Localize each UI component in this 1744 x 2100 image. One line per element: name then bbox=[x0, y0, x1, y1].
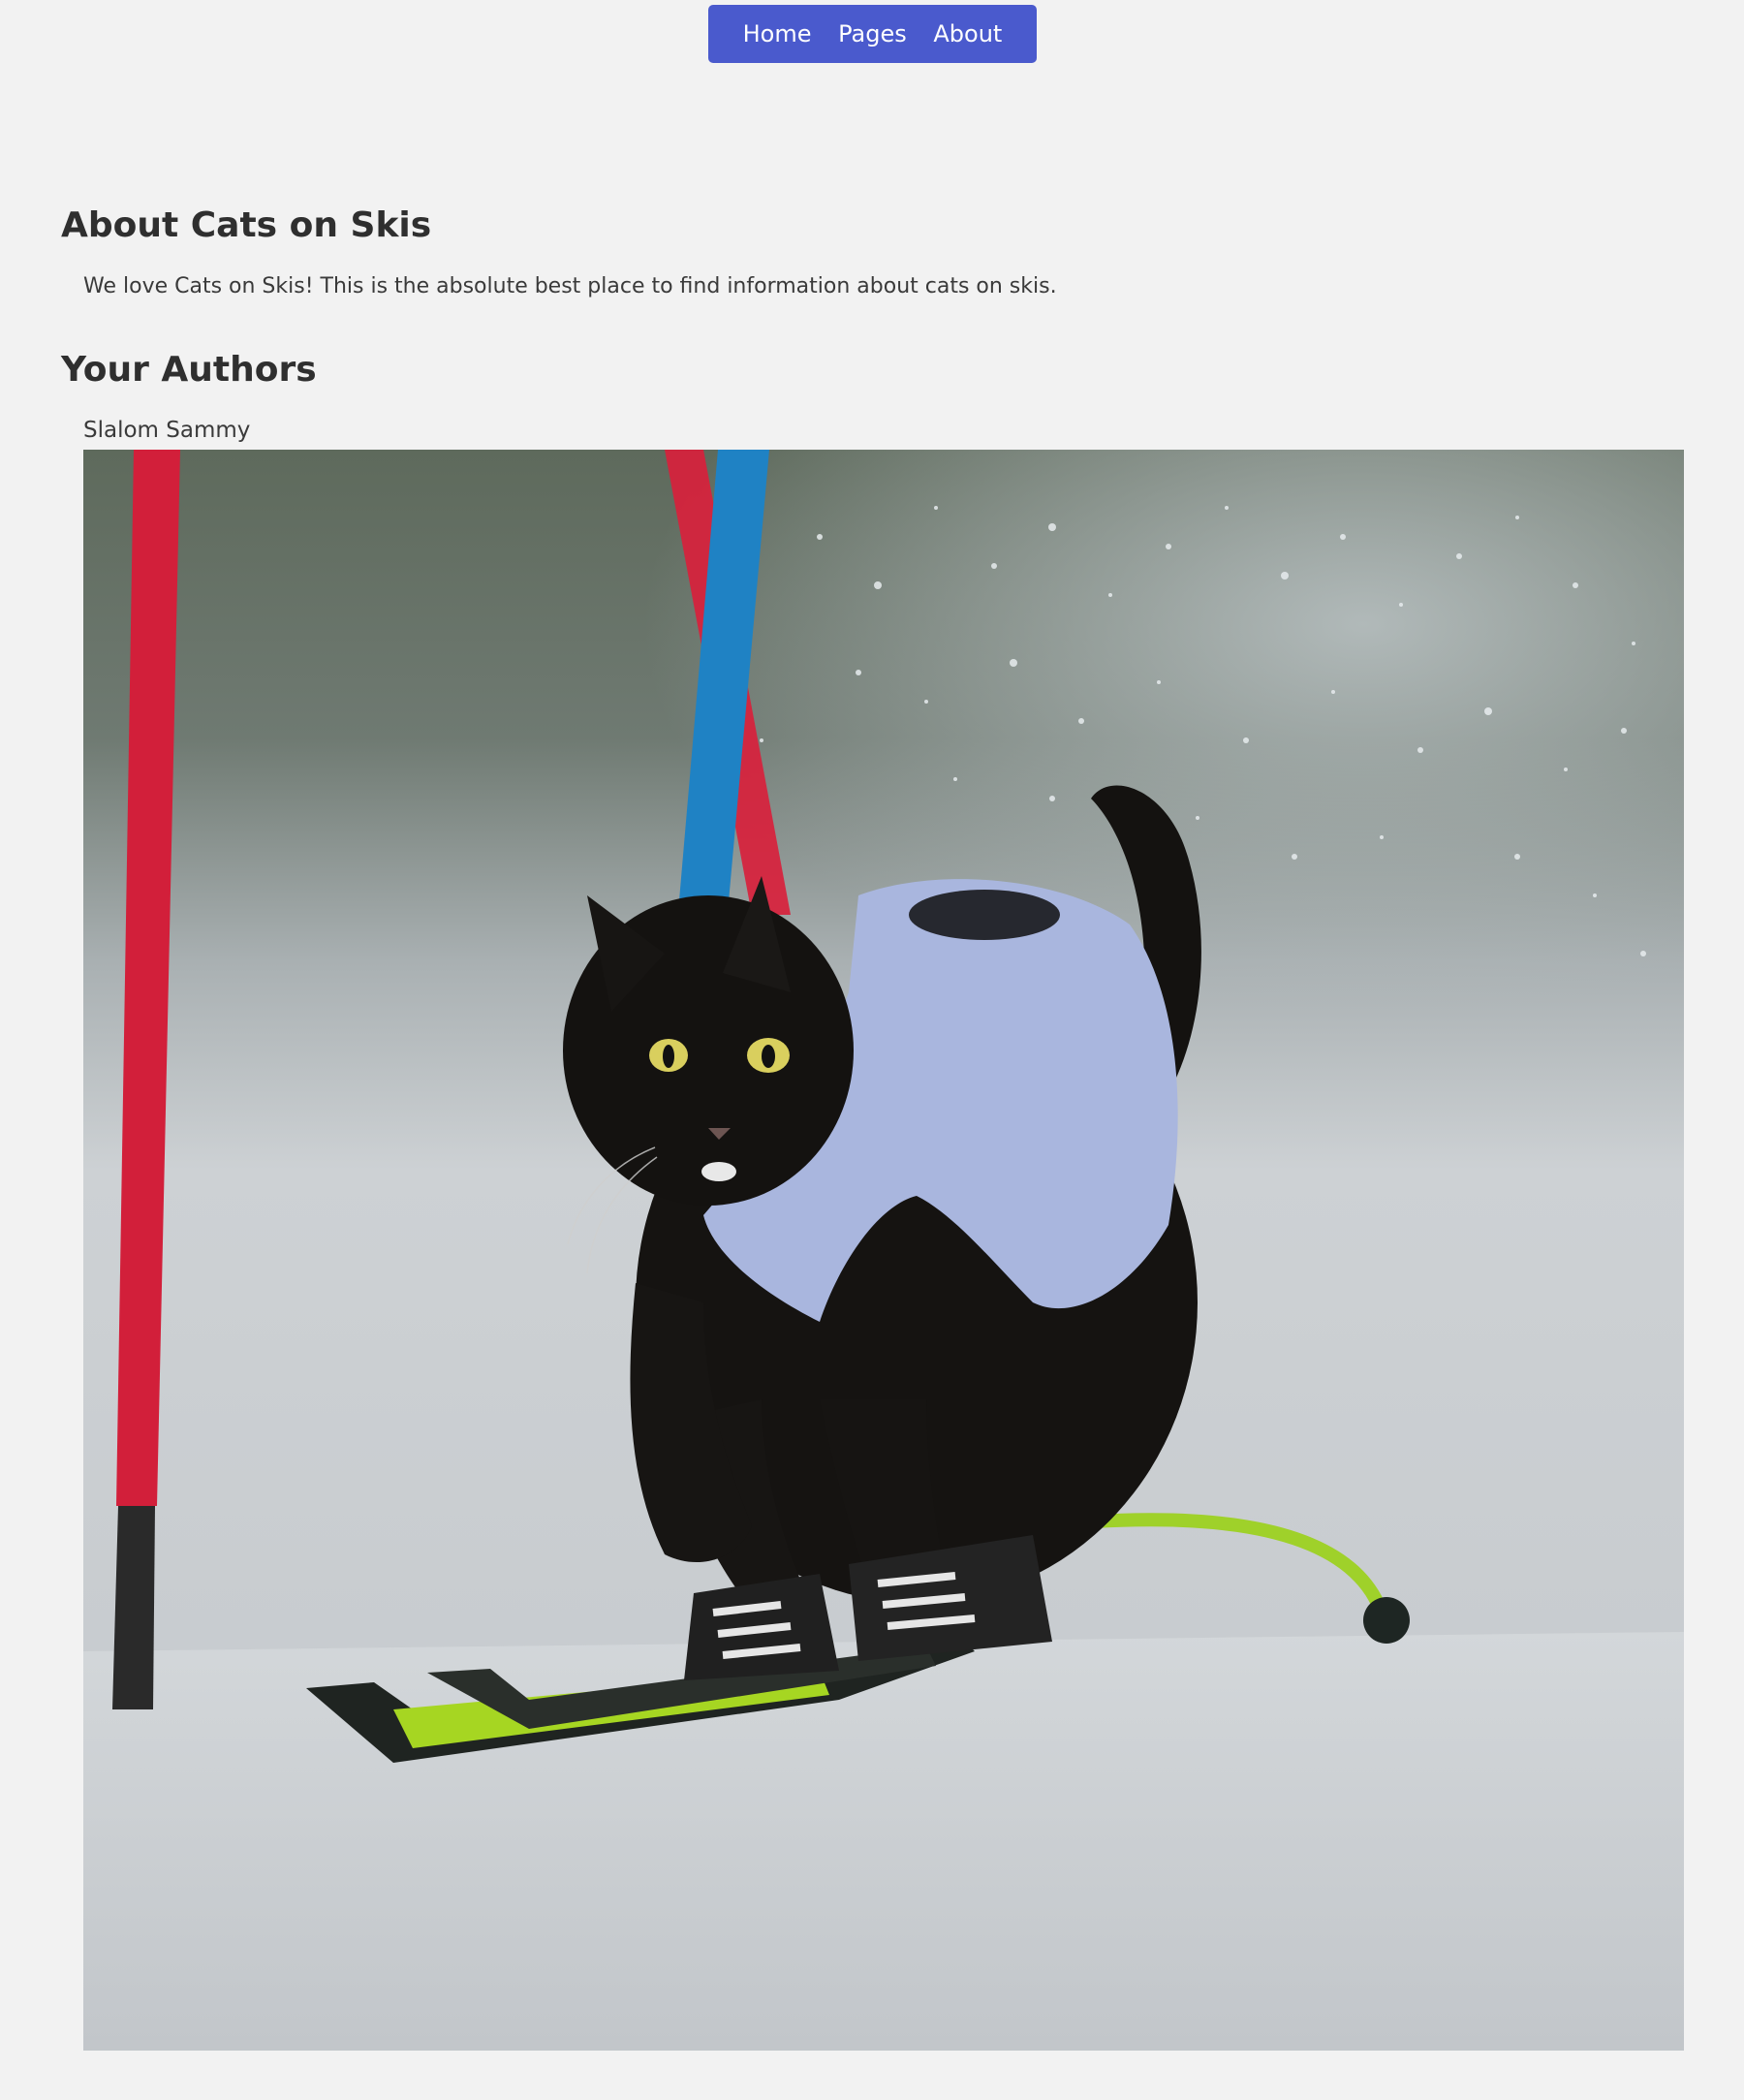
author-photo bbox=[83, 450, 1684, 2051]
about-intro-text: We love Cats on Skis! This is the absolu… bbox=[83, 274, 1057, 298]
nav-about-link[interactable]: About bbox=[933, 20, 1002, 47]
about-heading: About Cats on Skis bbox=[61, 205, 432, 245]
author-name: Slalom Sammy bbox=[83, 418, 251, 443]
top-navigation: Home Pages About bbox=[708, 5, 1037, 63]
authors-heading: Your Authors bbox=[61, 350, 317, 390]
nav-pages-link[interactable]: Pages bbox=[838, 20, 907, 47]
nav-home-link[interactable]: Home bbox=[743, 20, 812, 47]
